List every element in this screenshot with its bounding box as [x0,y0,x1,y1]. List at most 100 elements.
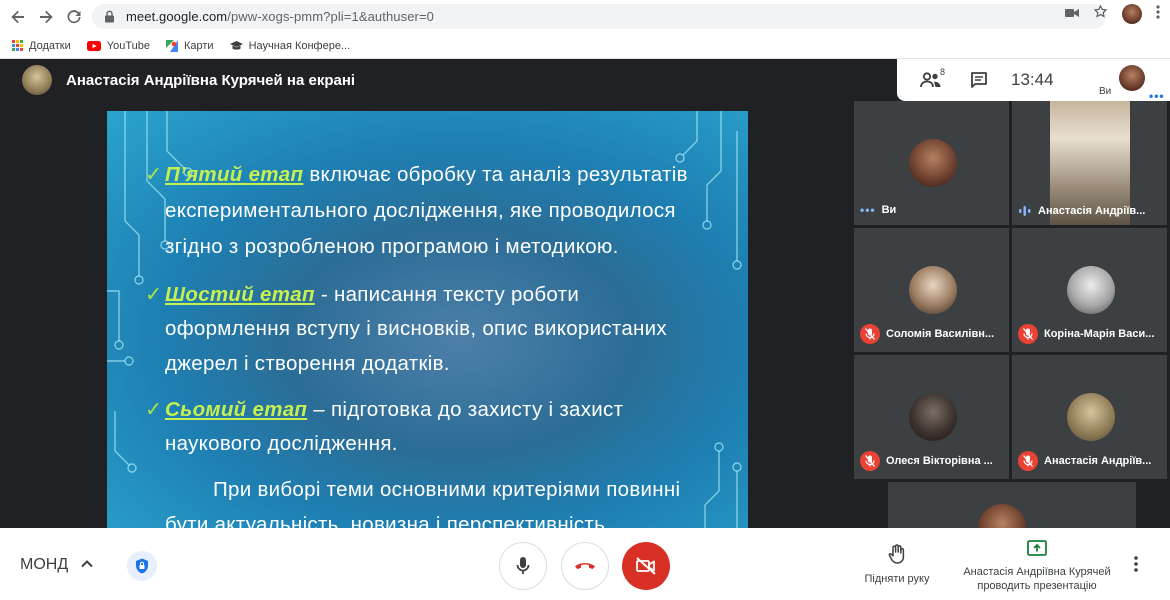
participant-label: Соломія Василівн... [860,324,994,344]
hand-icon [888,544,905,564]
avatar [909,393,957,441]
bookmark-youtube[interactable]: YouTube [86,40,150,52]
mic-off-icon [1018,451,1038,471]
bookmarks-bar: Додатки YouTube Карти Научная Конфере... [0,33,1170,59]
slide-stage-6: Шостий етап [165,283,315,306]
bookmark-label: Карти [183,39,214,52]
raise-hand-button[interactable]: Підняти руку [852,544,942,585]
chat-button[interactable] [959,59,999,101]
camera-off-icon [636,557,656,575]
participants-button[interactable]: 8 [911,59,951,101]
participant-label: Анастасія Андріїв... [1018,451,1151,471]
slide-line-8: наукового дослідження. [165,432,398,455]
slide-line-10: бути актуальність, новизна і перспективн… [165,513,606,528]
menu-kebab-icon[interactable] [1156,4,1160,24]
participant-label: Олеся Вікторівна ... [860,451,993,471]
presenter-avatar [22,65,52,95]
phone-hangup-icon [575,563,595,570]
microphone-icon [516,557,530,574]
audio-level-icon [1019,206,1031,216]
participant-name: Анастасія Андріїв... [1038,205,1146,217]
participant-grid: ••• Ви Анастасія Андріїв... Соломія Васи… [854,101,1170,552]
speaking-dots-icon: ••• [860,203,876,217]
url-path: /pww-xogs-pmm?pli=1&authuser=0 [227,9,435,24]
check-icon: ✓ [145,163,163,186]
back-button[interactable] [4,3,32,31]
participant-name: Коріна-Марія Васи... [1044,328,1155,340]
meeting-info-panel: 8 13:44 Ви ••• [897,59,1170,103]
participant-tile[interactable] [888,482,1136,552]
participant-tile[interactable]: Олеся Вікторівна ... [854,355,1009,479]
avatar [909,139,957,187]
participant-tile[interactable]: Коріна-Марія Васи... [1012,228,1167,352]
slide-stage-5: П’ятий етап [165,163,304,186]
shared-slide: ✓ П’ятий етап включає обробку та аналіз р… [107,111,748,528]
slide-line-4: ✓ Шостий етап - написання тексту роботи [145,282,580,307]
control-bar: МОНД Підняти руку Анастасія Андріївна Ку… [0,528,1170,600]
presenter-bar: Анастасія Андріївна Курячей на екрані [0,59,897,101]
shield-lock-icon [136,558,148,574]
meeting-details-button[interactable]: МОНД [20,556,68,574]
participant-label: Коріна-Марія Васи... [1018,324,1154,344]
presenting-status-button[interactable]: Анастасія Андріївна Курячей проводить пр… [952,540,1122,593]
participant-tile[interactable]: Соломія Василівн... [854,228,1009,352]
check-icon: ✓ [145,283,163,306]
camera-button[interactable] [622,542,670,590]
slide-line-6: джерел і створення додатків. [165,352,450,375]
participant-label: Анастасія Андріїв... [1018,205,1145,217]
self-avatar[interactable] [1119,65,1145,91]
leave-call-button[interactable] [561,542,609,590]
participants-count: 8 [939,67,945,77]
bookmark-label: Научная Конфере... [248,39,351,52]
participant-name: Ви [881,204,897,216]
graduation-cap-icon [229,40,243,50]
url-text: meet.google.com/pww-xogs-pmm?pli=1&authu… [126,9,434,24]
meet-window: meet.google.com/pww-xogs-pmm?pli=1&authu… [0,0,1170,600]
participant-tile[interactable]: Анастасія Андріїв... [1012,101,1167,225]
profile-avatar[interactable] [1122,4,1142,24]
bookmark-apps[interactable]: Додатки [12,40,71,52]
slide-stage-7: Сьомий етап [165,398,308,421]
microphone-button[interactable] [499,542,547,590]
check-icon: ✓ [145,398,163,421]
camera-in-use-icon[interactable] [1065,5,1079,23]
slide-line-1: ✓ П’ятий етап включає обробку та аналіз р… [145,162,688,187]
participant-name: Соломія Василівн... [886,328,995,340]
raise-hand-label: Підняти руку [864,573,930,585]
participant-name: Анастасія Андріїв... [1044,455,1152,467]
self-label: Ви [1099,86,1112,97]
url-host: meet.google.com [126,9,228,24]
arrow-left-icon [11,10,24,23]
slide-line-5: оформлення вступу і висновків, опис вико… [165,317,667,340]
participant-label: ••• Ви [860,203,896,217]
slide-text: - написання тексту роботи [314,283,580,306]
bookmark-maps[interactable]: Карти [165,39,214,52]
apps-grid-icon [12,40,23,51]
bookmark-conference[interactable]: Научная Конфере... [229,39,351,52]
presenter-title: Анастасія Андріївна Курячей на екрані [66,71,356,89]
mic-off-icon [860,324,880,344]
address-bar[interactable]: meet.google.com/pww-xogs-pmm?pli=1&authu… [92,4,1106,29]
bookmark-star-icon[interactable] [1093,4,1108,24]
avatar [909,266,957,314]
meet-stage: Анастасія Андріївна Курячей на екрані 8 … [0,59,1170,552]
present-screen-icon [1027,540,1047,556]
host-controls-button[interactable] [127,551,157,581]
reload-button[interactable] [60,3,88,31]
avatar [1067,266,1115,314]
reload-icon [67,9,81,23]
chevron-up-icon[interactable] [80,557,94,571]
youtube-icon [86,40,101,51]
slide-line-7: ✓ Сьомий етап – підготовка до захисту і з… [145,397,623,422]
toolbar-actions [1065,4,1160,24]
presenting-label: Анастасія Андріївна Курячей проводить пр… [963,566,1111,592]
meeting-clock: 13:44 [1011,70,1054,89]
participant-name: Олеся Вікторівна ... [886,455,993,467]
participant-tile[interactable]: ••• Ви [854,101,1009,225]
chat-icon [971,72,987,88]
participant-tile[interactable]: Анастасія Андріїв... [1012,355,1167,479]
slide-line-3: згідно з розробленою програмою і методик… [165,235,619,258]
more-options-icon[interactable] [1134,556,1138,572]
forward-button[interactable] [32,3,60,31]
arrow-right-icon [40,10,53,23]
